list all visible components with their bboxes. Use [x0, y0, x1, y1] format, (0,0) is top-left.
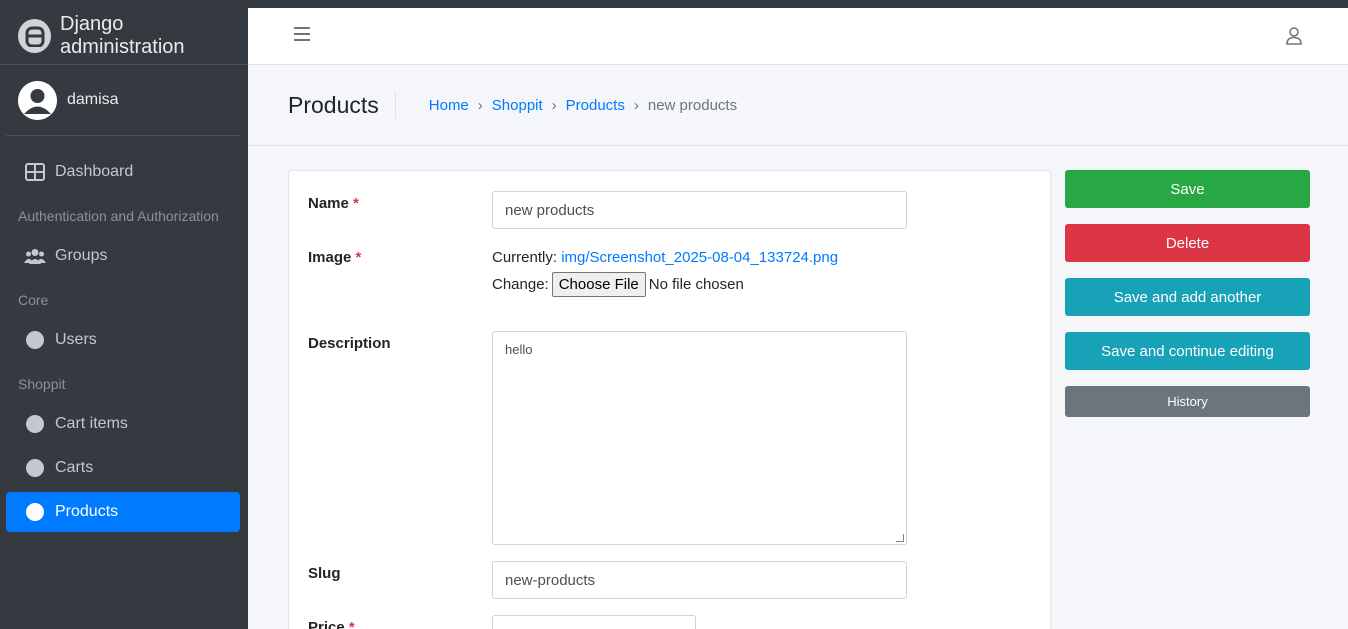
breadcrumb-separator: ›	[633, 96, 639, 114]
choose-file-button[interactable]: Choose File	[551, 272, 646, 297]
description-value: hello	[505, 342, 533, 357]
slug-input[interactable]: new-products	[492, 561, 907, 599]
breadcrumb-separator: ›	[551, 96, 557, 114]
image-label: Image *	[308, 249, 362, 266]
top-navbar	[248, 8, 1348, 65]
sidebar-item-label: Cart items	[55, 415, 128, 432]
django-admin-logo-icon	[18, 19, 52, 53]
name-label: Name *	[308, 195, 359, 212]
sidebar-item-label: Users	[55, 331, 97, 348]
sidebar-item-groups[interactable]: Groups	[6, 236, 240, 276]
user-name: damisa	[67, 91, 119, 108]
user-panel[interactable]: damisa	[6, 65, 240, 136]
menu-toggle-icon[interactable]	[294, 27, 310, 41]
sidebar-item-dashboard[interactable]: Dashboard	[6, 152, 240, 192]
content-header: Products Home › Shoppit › Products › new…	[248, 65, 1348, 146]
sidebar-section-header-shoppit: Shoppit	[18, 376, 66, 392]
sidebar-section-header-auth: Authentication and Authorization	[18, 208, 219, 224]
window-top-strip	[0, 0, 1348, 8]
image-change: Change: Choose File No file chosen	[492, 272, 744, 297]
sidebar-item-label: Groups	[55, 247, 108, 264]
sidebar-item-label: Carts	[55, 459, 94, 476]
dashboard-icon	[24, 161, 46, 183]
circle-icon	[24, 457, 46, 479]
breadcrumb-model[interactable]: Products	[566, 97, 625, 114]
circle-icon	[24, 413, 46, 435]
price-label: Price *	[308, 619, 355, 629]
sidebar-nav: Dashboard Authentication and Authorizati…	[0, 136, 248, 532]
user-menu-icon[interactable]	[1286, 27, 1302, 50]
sidebar-item-carts[interactable]: Carts	[6, 448, 240, 488]
circle-icon	[24, 329, 46, 351]
required-marker: *	[353, 195, 359, 212]
breadcrumb: Home › Shoppit › Products › new products	[429, 97, 737, 114]
save-and-continue-button[interactable]: Save and continue editing	[1065, 332, 1310, 370]
page-title: Products	[288, 91, 396, 119]
user-avatar-icon	[18, 80, 57, 120]
breadcrumb-home[interactable]: Home	[429, 97, 469, 114]
resize-handle-icon[interactable]	[896, 534, 904, 542]
description-textarea[interactable]: hello	[492, 331, 907, 545]
slug-label: Slug	[308, 565, 341, 582]
save-and-add-another-button[interactable]: Save and add another	[1065, 278, 1310, 316]
required-marker: *	[355, 249, 362, 266]
breadcrumb-separator: ›	[477, 96, 483, 114]
price-input[interactable]	[492, 615, 696, 629]
sidebar-item-products[interactable]: Products	[6, 492, 240, 532]
brand-title: Django administration	[60, 13, 185, 58]
image-current-link[interactable]: img/Screenshot_2025-08-04_133724.png	[561, 249, 838, 266]
circle-icon	[24, 501, 46, 523]
sidebar: Django administration damisa Dashboard A…	[0, 8, 248, 629]
description-label: Description	[308, 335, 391, 352]
sidebar-item-users[interactable]: Users	[6, 320, 240, 360]
name-input[interactable]: new products	[492, 191, 907, 229]
image-currently: Currently: img/Screenshot_2025-08-04_133…	[492, 249, 839, 266]
history-button[interactable]: History	[1065, 386, 1310, 417]
sidebar-item-label: Products	[55, 503, 119, 520]
product-form-card: Name * new products Image * Currently: i…	[288, 170, 1051, 629]
users-group-icon	[24, 245, 46, 267]
delete-button[interactable]: Delete	[1065, 224, 1310, 262]
sidebar-item-cart-items[interactable]: Cart items	[6, 404, 240, 444]
save-button[interactable]: Save	[1065, 170, 1310, 208]
no-file-text: No file chosen	[648, 276, 744, 293]
breadcrumb-app[interactable]: Shoppit	[492, 97, 543, 114]
sidebar-section-header-core: Core	[18, 292, 49, 308]
breadcrumb-current: new products	[647, 96, 738, 114]
brand-link[interactable]: Django administration	[0, 8, 248, 65]
sidebar-item-label: Dashboard	[55, 163, 134, 180]
required-marker: *	[348, 619, 355, 629]
